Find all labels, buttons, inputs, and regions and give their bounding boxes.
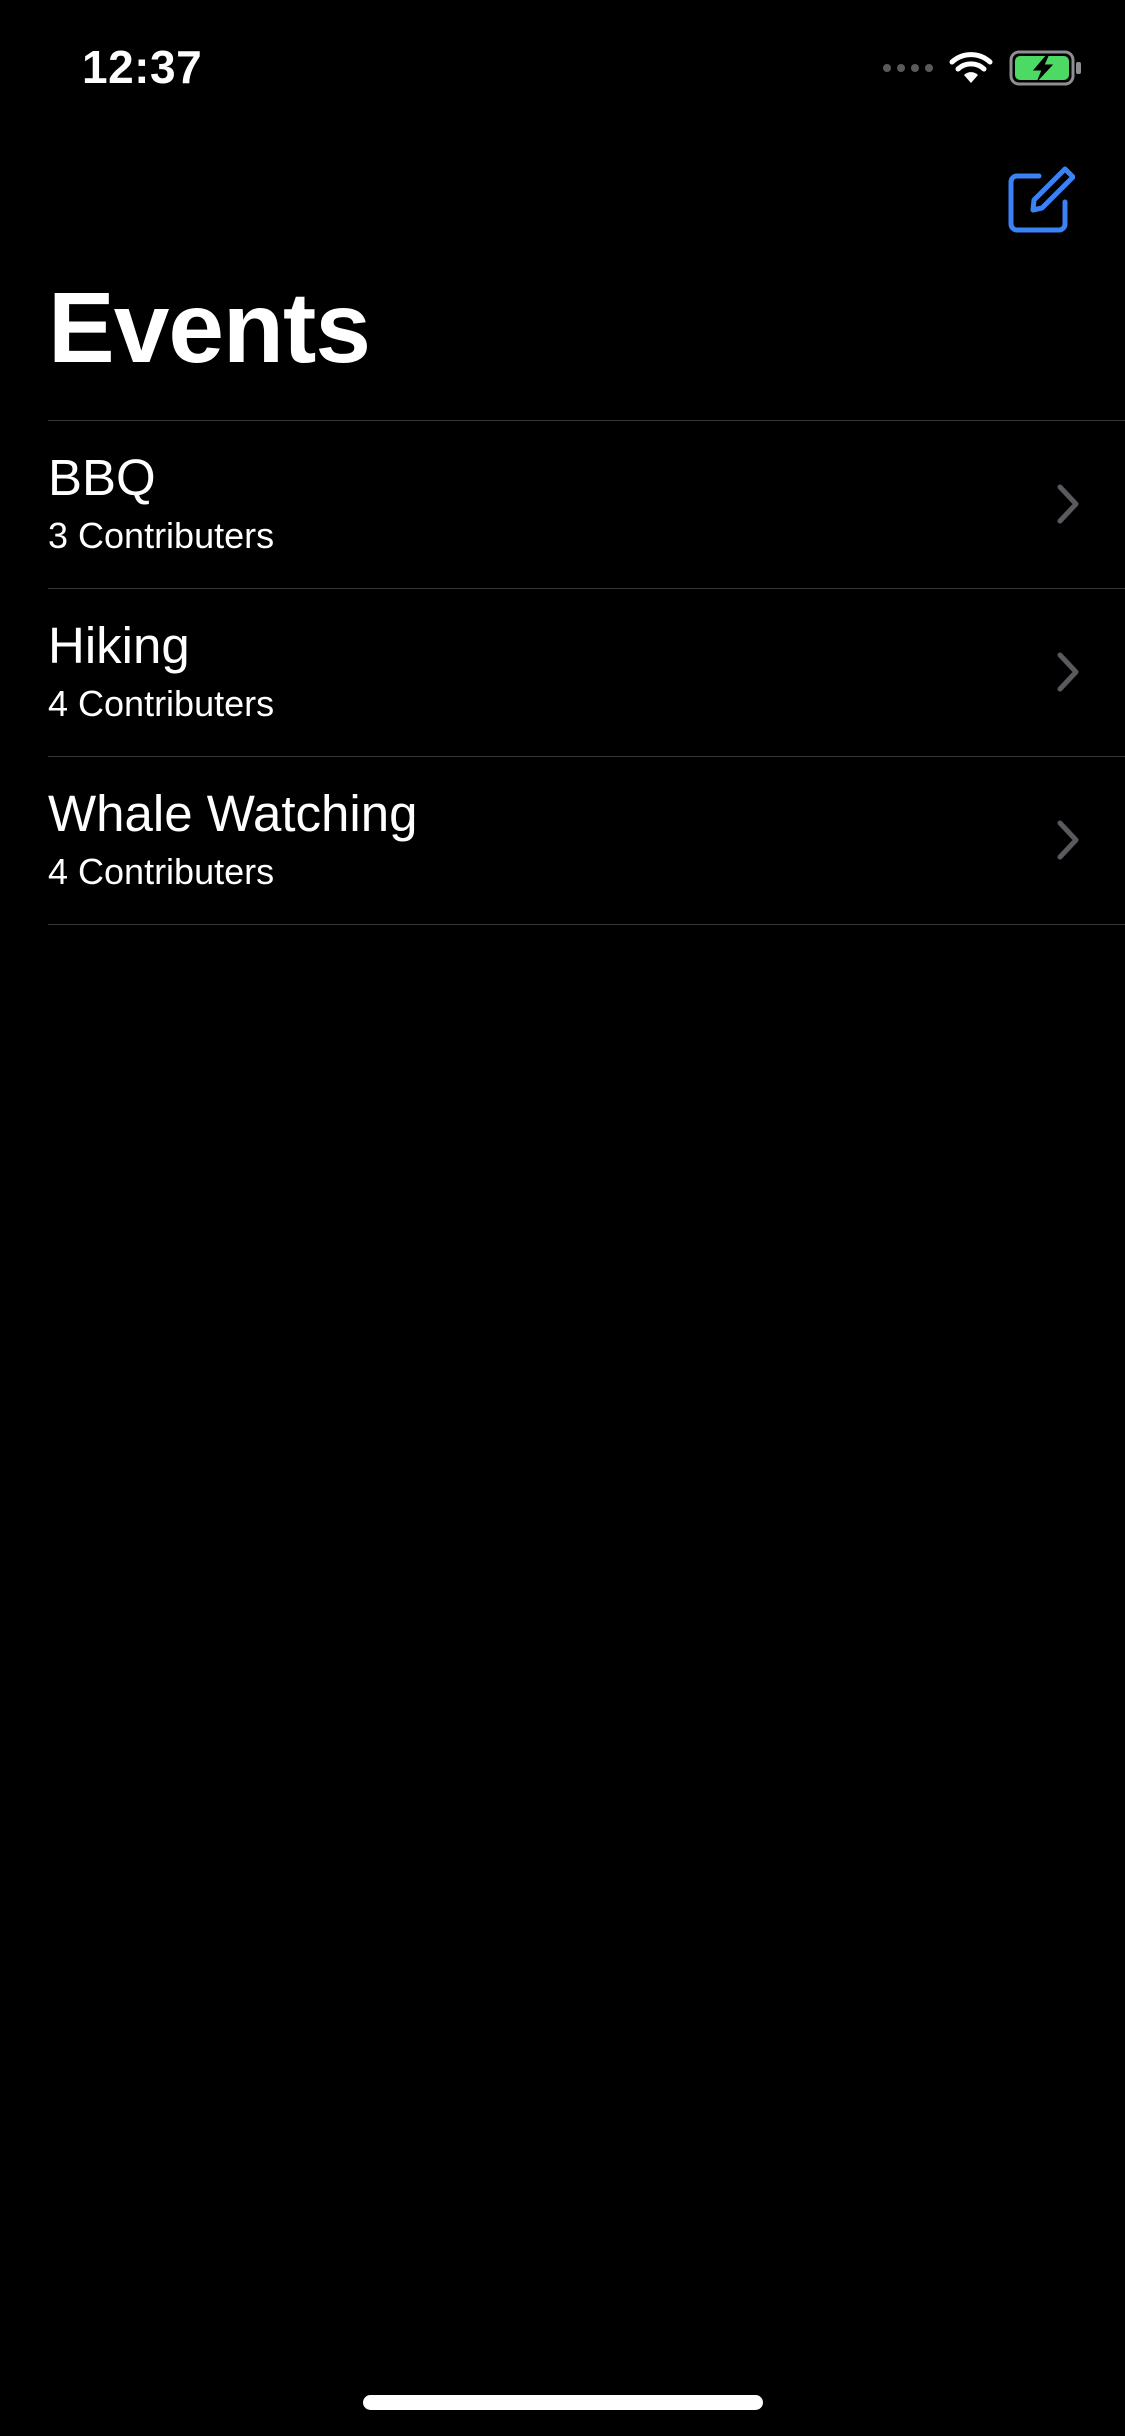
wifi-icon <box>949 52 993 83</box>
compose-icon[interactable] <box>1003 162 1075 234</box>
status-time: 12:37 <box>82 41 203 93</box>
home-indicator[interactable] <box>363 2395 763 2410</box>
cellular-dots-icon <box>883 64 933 72</box>
event-title: Hiking <box>48 617 190 674</box>
chevron-right-icon <box>1057 652 1079 692</box>
chevron-right-icon <box>1057 484 1079 524</box>
event-title: Whale Watching <box>48 785 418 842</box>
status-indicators <box>883 50 1083 86</box>
page-title: Events <box>48 272 371 384</box>
event-contributors: 4 Contributers <box>48 683 275 724</box>
status-bar: 12:37 <box>0 0 1125 132</box>
event-contributors: 4 Contributers <box>48 851 275 892</box>
event-row-hiking[interactable]: Hiking 4 Contributers <box>48 589 1125 757</box>
event-row-bbq[interactable]: BBQ 3 Contributers <box>48 421 1125 589</box>
events-list: BBQ 3 Contributers Hiking 4 Contributers… <box>48 420 1125 925</box>
navigation-bar <box>0 132 1125 264</box>
event-row-whale-watching[interactable]: Whale Watching 4 Contributers <box>48 757 1125 925</box>
event-contributors: 3 Contributers <box>48 515 275 556</box>
event-title: BBQ <box>48 449 156 506</box>
chevron-right-icon <box>1057 820 1079 860</box>
battery-charging-icon <box>1009 50 1081 86</box>
